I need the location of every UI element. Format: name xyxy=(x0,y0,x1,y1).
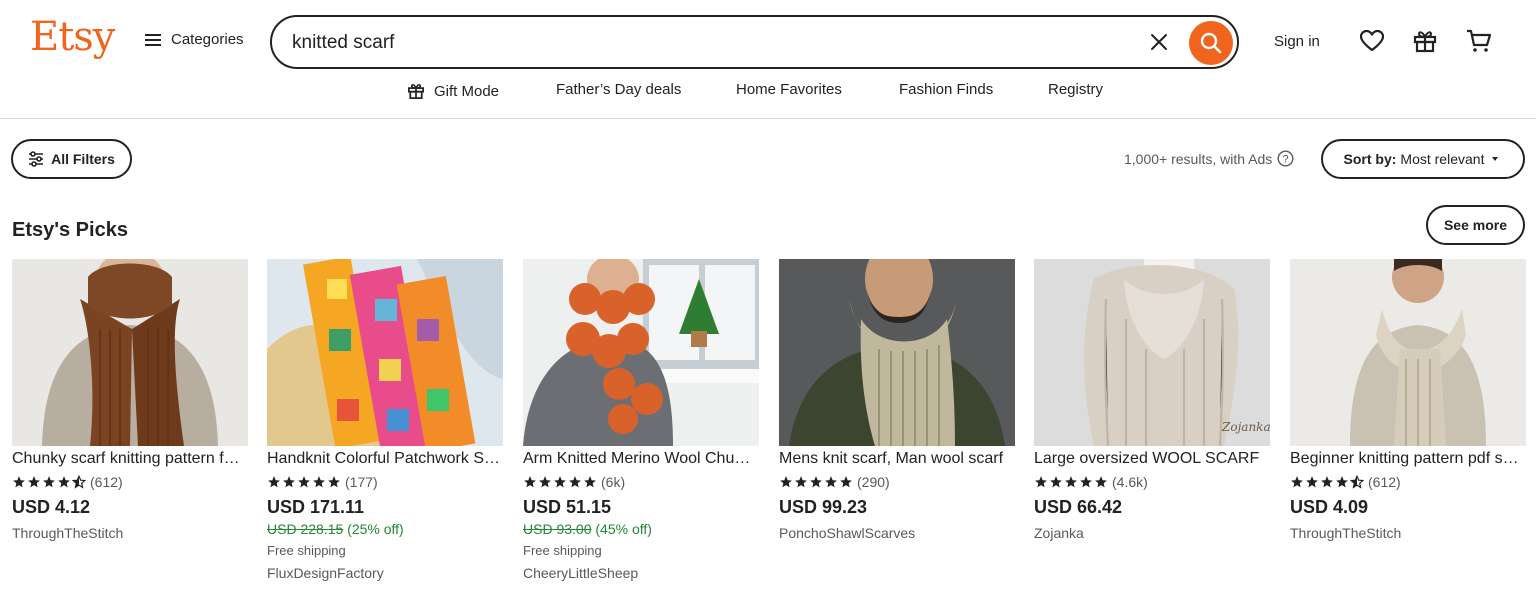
shop-name[interactable]: PonchoShawlScarves xyxy=(779,525,1015,541)
product-card[interactable]: Chunky scarf knitting pattern for beginn… xyxy=(12,259,248,541)
search-button[interactable] xyxy=(1189,21,1233,65)
shop-name[interactable]: CheeryLittleSheep xyxy=(523,565,759,581)
subnav-home-favorites[interactable]: Home Favorites xyxy=(736,81,842,98)
product-price: USD 171.11 xyxy=(267,497,365,517)
shipping-label: Free shipping xyxy=(267,543,346,558)
review-count: (177) xyxy=(345,474,378,490)
subnav-label: Registry xyxy=(1048,81,1104,98)
shop-name[interactable]: ThroughTheStitch xyxy=(1290,525,1526,541)
product-price: USD 4.09 xyxy=(1290,497,1369,517)
heart-icon[interactable] xyxy=(1358,27,1386,55)
product-price: USD 99.23 xyxy=(779,497,868,517)
star-rating-icon xyxy=(267,475,341,489)
sub-navigation: Gift Mode Father’s Day deals Home Favori… xyxy=(0,81,1536,105)
svg-text:Zojanka: Zojanka xyxy=(1221,420,1270,434)
subnav-fathers-day-deals[interactable]: Father’s Day deals xyxy=(556,81,681,98)
product-title[interactable]: Handknit Colorful Patchwork Scarf xyxy=(267,450,503,470)
all-filters-button[interactable]: All Filters xyxy=(11,139,132,179)
strikethrough-price: USD 93.00 xyxy=(523,521,592,537)
product-rating: (6k) xyxy=(523,473,759,491)
product-card[interactable]: Arm Knitted Merino Wool Chunky Scarf (6k… xyxy=(523,259,759,581)
caret-down-icon xyxy=(1492,157,1499,161)
sign-in-link[interactable]: Sign in xyxy=(1274,33,1320,50)
product-title[interactable]: Mens knit scarf, Man wool scarf xyxy=(779,450,1015,470)
product-image[interactable] xyxy=(779,259,1015,446)
star-rating-icon xyxy=(523,475,597,489)
sort-dropdown[interactable]: Sort by: Most relevant xyxy=(1321,139,1525,179)
original-price: USD 93.00 (45% off) xyxy=(523,521,759,539)
product-title[interactable]: Beginner knitting pattern pdf scarf xyxy=(1290,450,1526,470)
categories-button[interactable]: Categories xyxy=(144,31,244,48)
etsy-logo[interactable]: Etsy xyxy=(30,14,115,60)
shop-name[interactable]: Zojanka xyxy=(1034,525,1270,541)
filters-label: All Filters xyxy=(51,151,115,167)
subnav-fashion-finds[interactable]: Fashion Finds xyxy=(899,81,993,98)
product-rating: (612) xyxy=(1290,473,1526,491)
product-image[interactable] xyxy=(523,259,759,446)
menu-icon xyxy=(145,33,161,46)
subnav-registry[interactable]: Registry xyxy=(1048,81,1103,98)
clear-search-icon[interactable] xyxy=(1148,31,1170,53)
search-bar xyxy=(270,15,1239,69)
strikethrough-price: USD 228.15 xyxy=(267,521,344,537)
review-count: (612) xyxy=(1368,474,1401,490)
gift-icon xyxy=(408,84,424,99)
shop-name[interactable]: ThroughTheStitch xyxy=(12,525,248,541)
product-image[interactable] xyxy=(1290,259,1526,446)
categories-label: Categories xyxy=(171,31,244,48)
review-count: (290) xyxy=(857,474,890,490)
product-rating: (177) xyxy=(267,473,503,491)
search-icon xyxy=(1200,32,1222,54)
results-count: 1,000+ results, with Ads ? xyxy=(1124,150,1294,167)
product-title[interactable]: Chunky scarf knitting pattern for beginn… xyxy=(12,450,248,470)
section-title: Etsy's Picks xyxy=(12,219,128,241)
product-title[interactable]: Arm Knitted Merino Wool Chunky Scarf xyxy=(523,450,759,470)
product-price: USD 4.12 xyxy=(12,497,91,517)
subnav-label: Home Favorites xyxy=(736,81,842,98)
product-image[interactable] xyxy=(267,259,503,446)
product-rating: (290) xyxy=(779,473,1015,491)
shipping-label: Free shipping xyxy=(523,543,602,558)
product-card[interactable]: Mens knit scarf, Man wool scarf (290) US… xyxy=(779,259,1015,541)
product-image[interactable]: Zojanka xyxy=(1034,259,1270,446)
cart-icon[interactable] xyxy=(1465,27,1493,55)
product-title[interactable]: Large oversized WOOL SCARF xyxy=(1034,450,1270,470)
product-card[interactable]: Beginner knitting pattern pdf scarf (612… xyxy=(1290,259,1526,541)
svg-text:?: ? xyxy=(1283,154,1289,166)
product-price: USD 51.15 xyxy=(523,497,612,517)
star-rating-icon xyxy=(1034,475,1108,489)
sort-value: Most relevant xyxy=(1400,151,1485,167)
site-header: Etsy Categories Sign in xyxy=(0,0,1536,119)
original-price: USD 228.15 (25% off) xyxy=(267,521,503,539)
search-input[interactable] xyxy=(292,29,1112,57)
discount-label: (25% off) xyxy=(347,521,404,537)
subnav-label: Fashion Finds xyxy=(899,81,994,98)
filter-sliders-icon xyxy=(29,151,44,167)
star-rating-icon xyxy=(779,475,853,489)
product-card[interactable]: Zojanka Large oversized WOOL SCARF (4.6k… xyxy=(1034,259,1270,541)
help-icon[interactable]: ? xyxy=(1277,150,1294,167)
see-more-button[interactable]: See more xyxy=(1426,205,1525,245)
sort-prefix: Sort by: xyxy=(1343,151,1397,167)
review-count: (6k) xyxy=(601,474,626,490)
subnav-label: Gift Mode xyxy=(434,82,500,100)
product-rating: (612) xyxy=(12,473,248,491)
shop-name[interactable]: FluxDesignFactory xyxy=(267,565,503,581)
star-rating-icon xyxy=(1290,475,1364,489)
review-count: (612) xyxy=(90,474,123,490)
subnav-gift-mode[interactable]: Gift Mode xyxy=(406,81,499,101)
product-rating: (4.6k) xyxy=(1034,473,1270,491)
results-text: 1,000+ results, with Ads xyxy=(1124,150,1273,167)
star-rating-icon xyxy=(12,475,86,489)
product-card[interactable]: Handknit Colorful Patchwork Scarf (177) … xyxy=(267,259,503,581)
product-price: USD 66.42 xyxy=(1034,497,1123,517)
product-image[interactable] xyxy=(12,259,248,446)
subnav-label: Father’s Day deals xyxy=(556,81,682,98)
gift-icon[interactable] xyxy=(1411,27,1439,55)
review-count: (4.6k) xyxy=(1112,474,1148,490)
discount-label: (45% off) xyxy=(595,521,652,537)
